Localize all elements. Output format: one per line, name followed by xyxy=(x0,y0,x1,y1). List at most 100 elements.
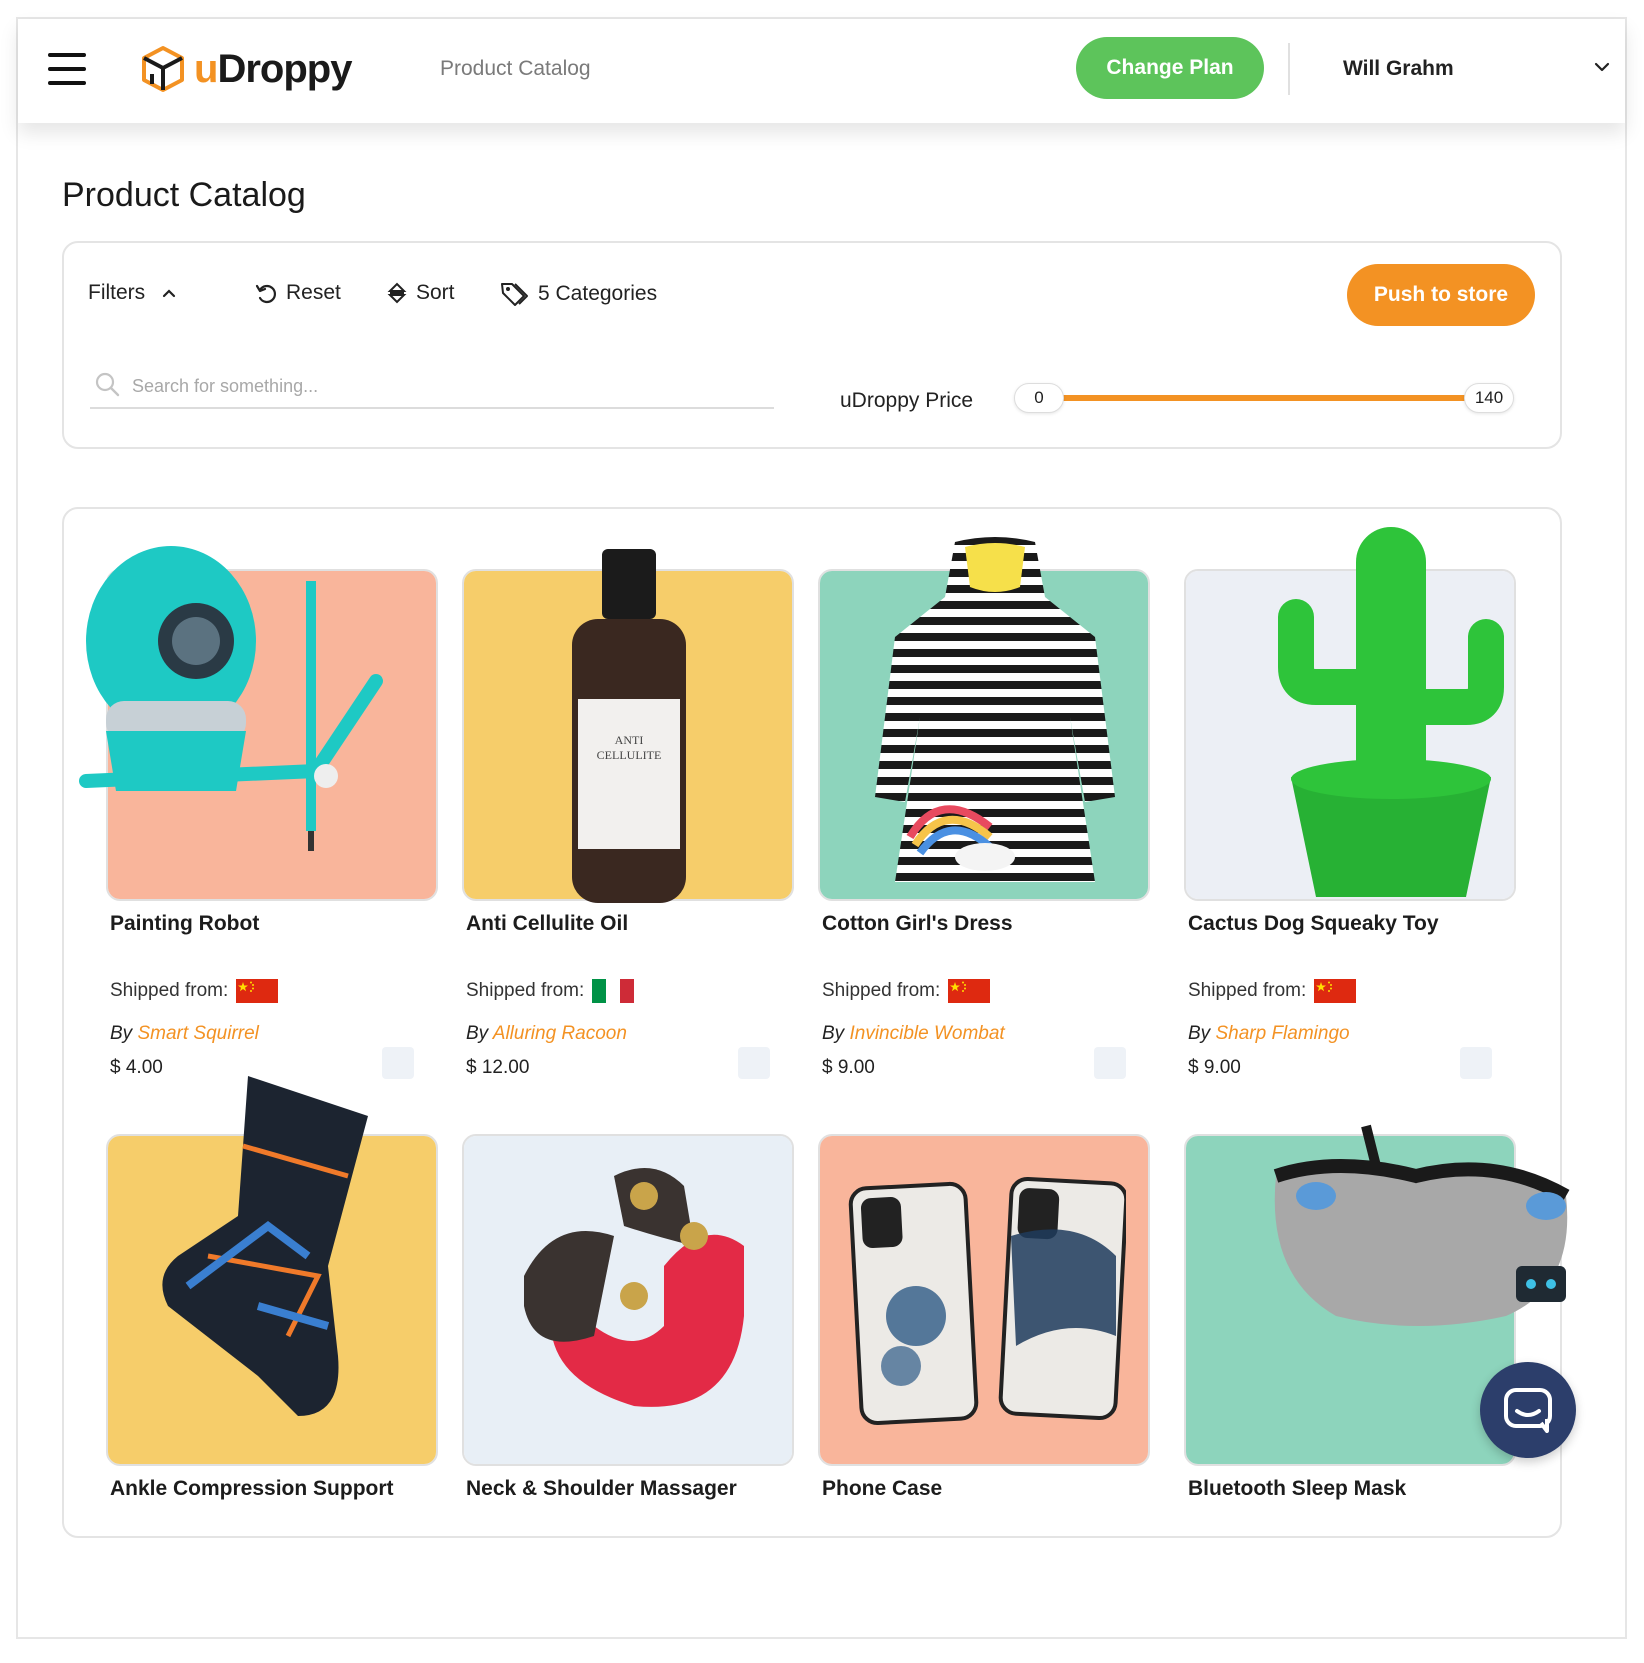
user-name[interactable]: Will Grahm xyxy=(1343,57,1454,81)
product-card[interactable]: ANTI CELLULITE Anti Cellulite Oil Shippe… xyxy=(462,549,794,1079)
shipped-from: Shipped from: xyxy=(1188,979,1357,1003)
price-min-handle[interactable]: 0 xyxy=(1014,383,1064,413)
supplier-link[interactable]: Smart Squirrel xyxy=(137,1023,258,1044)
china-flag-icon xyxy=(236,979,279,1003)
product-image[interactable] xyxy=(79,546,438,901)
product-price: $ 9.00 xyxy=(822,1057,875,1078)
cactus-icon xyxy=(1278,527,1504,897)
price-range-track xyxy=(1060,395,1468,401)
product-card[interactable]: Neck & Shoulder Massager xyxy=(462,1134,794,1500)
product-title[interactable]: Cotton Girl's Dress xyxy=(822,912,1013,936)
shipped-from-label: Shipped from: xyxy=(466,980,585,1001)
header-divider xyxy=(1288,43,1290,95)
chevron-up-icon xyxy=(163,289,176,298)
price-range-fill xyxy=(1060,395,1468,401)
product-image[interactable] xyxy=(1184,1124,1570,1466)
chevron-down-icon[interactable] xyxy=(1590,55,1614,79)
product-image[interactable]: ANTI CELLULITE xyxy=(462,549,794,903)
search-field xyxy=(90,369,774,409)
phone-case-icon xyxy=(848,1176,1126,1426)
product-title[interactable]: Anti Cellulite Oil xyxy=(466,912,628,936)
product-card[interactable]: Phone Case xyxy=(818,1134,1150,1500)
filters-label: Filters xyxy=(88,281,146,304)
price-max-handle[interactable]: 140 xyxy=(1464,383,1514,413)
product-image[interactable] xyxy=(818,537,1150,901)
product-image[interactable] xyxy=(1184,527,1516,901)
product-title[interactable]: Bluetooth Sleep Mask xyxy=(1188,1477,1406,1501)
product-card[interactable]: Cactus Dog Squeaky Toy Shipped from: By … xyxy=(1184,527,1516,1079)
hamburger-menu-icon[interactable] xyxy=(48,53,86,85)
shipped-from-label: Shipped from: xyxy=(822,980,941,1001)
shipped-from: Shipped from: xyxy=(110,979,279,1003)
push-to-store-button[interactable]: Push to store xyxy=(1347,264,1535,326)
select-checkbox[interactable] xyxy=(738,1047,770,1079)
robot-icon xyxy=(79,546,383,851)
svg-text:ANTI: ANTI xyxy=(615,733,644,747)
sort-icon xyxy=(387,282,407,304)
supplier-line: By Smart Squirrel xyxy=(110,1023,259,1045)
dress-icon xyxy=(875,537,1115,882)
supplier-line: By Alluring Racoon xyxy=(466,1023,627,1045)
box-logo-icon xyxy=(142,46,184,92)
breadcrumb[interactable]: Product Catalog xyxy=(440,57,591,81)
product-grid: Painting Robot Shipped from: By Smart Sq… xyxy=(62,507,1570,1538)
select-checkbox[interactable] xyxy=(382,1047,414,1079)
categories-button[interactable]: 5 Categories xyxy=(500,281,657,307)
product-title[interactable]: Cactus Dog Squeaky Toy xyxy=(1188,912,1439,936)
product-card[interactable]: Bluetooth Sleep Mask xyxy=(1184,1124,1570,1500)
product-image[interactable] xyxy=(462,1134,794,1466)
supplier-link[interactable]: Alluring Racoon xyxy=(493,1023,627,1044)
shipped-from-label: Shipped from: xyxy=(110,980,229,1001)
product-image[interactable] xyxy=(106,1076,438,1466)
filter-panel: Filters Reset Sort 5 Categories Push to … xyxy=(62,241,1562,449)
reset-label: Reset xyxy=(286,281,341,304)
sort-button[interactable]: Sort xyxy=(386,281,455,305)
undo-icon xyxy=(255,284,277,304)
supplier-line: By Sharp Flamingo xyxy=(1188,1023,1350,1045)
select-checkbox[interactable] xyxy=(1460,1047,1492,1079)
sleep-mask-icon xyxy=(1273,1124,1570,1326)
china-flag-icon xyxy=(948,979,991,1003)
product-price: $ 12.00 xyxy=(466,1057,530,1078)
supplier-link[interactable]: Sharp Flamingo xyxy=(1215,1023,1349,1044)
product-image[interactable] xyxy=(818,1134,1150,1466)
shipped-from-label: Shipped from: xyxy=(1188,980,1307,1001)
page-title: Product Catalog xyxy=(62,176,306,214)
bottle-icon: ANTI CELLULITE xyxy=(572,549,686,903)
italy-flag-icon xyxy=(592,979,635,1003)
ankle-sleeve-icon xyxy=(162,1076,368,1416)
china-flag-icon xyxy=(1314,979,1357,1003)
categories-label: 5 Categories xyxy=(538,282,658,305)
by-label: By xyxy=(110,1023,133,1044)
by-label: By xyxy=(822,1023,845,1044)
shipped-from: Shipped from: xyxy=(466,979,635,1003)
supplier-line: By Invincible Wombat xyxy=(822,1023,1005,1045)
change-plan-button[interactable]: Change Plan xyxy=(1076,37,1264,99)
product-title[interactable]: Painting Robot xyxy=(110,912,259,936)
select-checkbox[interactable] xyxy=(1094,1047,1126,1079)
supplier-link[interactable]: Invincible Wombat xyxy=(849,1023,1004,1044)
product-card[interactable]: Cotton Girl's Dress Shipped from: By Inv… xyxy=(818,537,1150,1079)
search-icon xyxy=(95,372,120,397)
chat-icon xyxy=(1504,1388,1552,1433)
by-label: By xyxy=(466,1023,489,1044)
reset-button[interactable]: Reset xyxy=(254,281,341,305)
product-title[interactable]: Ankle Compression Support xyxy=(110,1477,394,1501)
product-title[interactable]: Neck & Shoulder Massager xyxy=(466,1477,737,1501)
brand-wordmark: uDroppy xyxy=(194,47,352,91)
price-range-slider[interactable]: 0 140 xyxy=(1014,383,1514,413)
product-card[interactable]: Painting Robot Shipped from: By Smart Sq… xyxy=(79,546,438,1079)
product-price: $ 9.00 xyxy=(1188,1057,1241,1078)
by-label: By xyxy=(1188,1023,1211,1044)
svg-text:CELLULITE: CELLULITE xyxy=(597,748,662,762)
brand-logo[interactable]: uDroppy xyxy=(138,43,352,95)
price-filter-label: uDroppy Price xyxy=(840,389,974,412)
product-card[interactable]: Ankle Compression Support xyxy=(106,1076,438,1500)
product-title[interactable]: Phone Case xyxy=(822,1477,942,1501)
search-input[interactable] xyxy=(132,371,752,401)
sort-label: Sort xyxy=(416,281,455,304)
chat-launcher-button[interactable] xyxy=(1480,1362,1576,1458)
tag-icon xyxy=(501,283,528,306)
top-navigation-bar: uDroppy Product Catalog Change Plan Will… xyxy=(18,19,1625,123)
filters-toggle[interactable]: Filters xyxy=(88,281,179,305)
